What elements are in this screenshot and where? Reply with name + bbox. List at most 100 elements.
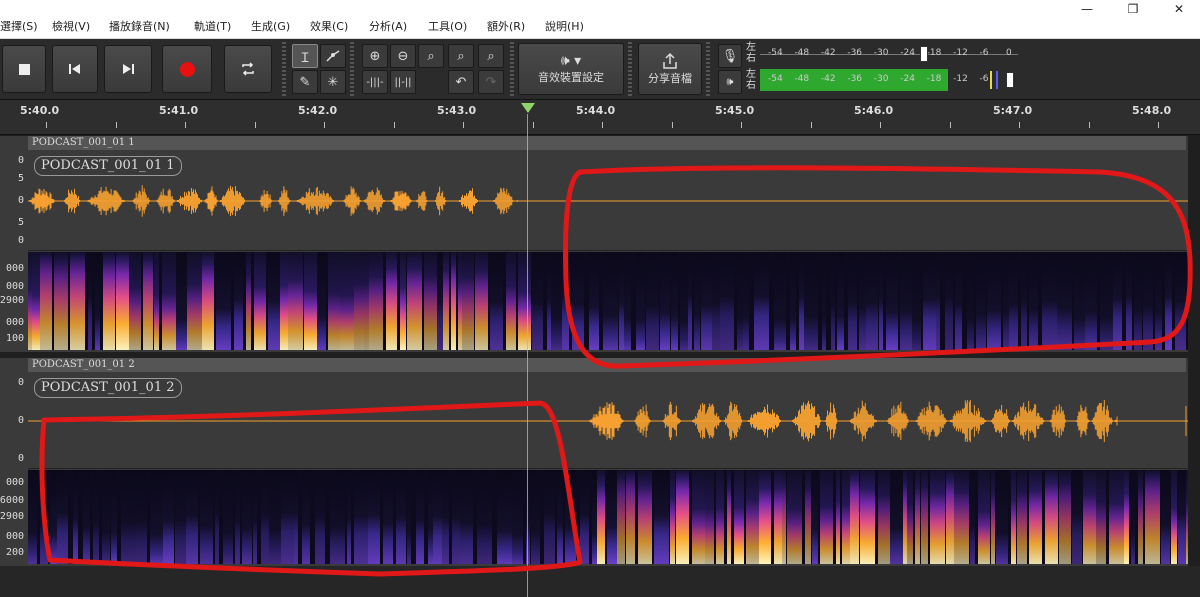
- playhead-icon[interactable]: [520, 102, 536, 114]
- audio-setup-button[interactable]: 🕪 ▾ 音效裝置設定: [518, 43, 624, 95]
- playback-meter-button[interactable]: 🕪: [718, 70, 742, 94]
- spectrogram-column: [1029, 470, 1042, 564]
- record-meter[interactable]: -54 -48 -42 -36 -30 -24 -18 -12 -6 0: [760, 43, 1018, 65]
- toolbar-grip[interactable]: [510, 42, 514, 96]
- redo-button[interactable]: ↷: [478, 70, 504, 94]
- spectrogram-column: [102, 470, 110, 564]
- track-header[interactable]: PODCAST_001_01 1: [28, 136, 1186, 150]
- spectrogram-column: [822, 252, 826, 350]
- multi-tool-button[interactable]: ✳: [320, 70, 346, 94]
- meter-scale: -54 -48 -42 -36 -30 -24 -18 -12 -6 0: [760, 48, 1018, 60]
- envelope-tool-button[interactable]: [320, 44, 346, 68]
- spectrogram-column: [831, 252, 835, 350]
- spectrogram-column: [859, 252, 866, 350]
- playhead-line[interactable]: [527, 114, 528, 597]
- meter-scale-label: -30: [873, 74, 889, 84]
- zoom-in-button[interactable]: ⊕: [362, 44, 388, 68]
- trim-button[interactable]: -|||-: [362, 70, 388, 94]
- spectrogram-column: [254, 252, 266, 350]
- spectrogram-column: [162, 252, 176, 350]
- minimize-icon: —: [1081, 2, 1093, 16]
- timeline-tick: [254, 122, 256, 128]
- fit-selection-button[interactable]: ⌕: [418, 44, 444, 68]
- spectrogram-column: [150, 470, 163, 564]
- toolbar-grip[interactable]: [628, 42, 632, 96]
- skip-to-start-button[interactable]: [52, 45, 98, 93]
- spectrogram-column: [40, 252, 52, 350]
- timeline-ruler[interactable]: 5:40.0 5:41.0 5:42.0 5:43.0 5:44.0 5:45.…: [0, 100, 1200, 135]
- timeline-tick: [671, 122, 673, 128]
- record-volume-slider[interactable]: [920, 46, 928, 62]
- timeline-tick: [741, 122, 742, 128]
- timeline-tick: [46, 122, 47, 128]
- spectrogram-column: [1161, 470, 1170, 564]
- zoom-toggle-button[interactable]: ⌕: [478, 44, 504, 68]
- share-audio-button[interactable]: 分享音檔: [638, 43, 702, 95]
- spectrogram-column: [936, 252, 940, 350]
- toolbar-grip[interactable]: [706, 42, 710, 96]
- restore-button[interactable]: ❐: [1110, 0, 1156, 18]
- stop-button[interactable]: [2, 45, 46, 93]
- draw-tool-button[interactable]: ✎: [292, 70, 318, 94]
- menu-effect[interactable]: 效果(C): [310, 18, 348, 38]
- menu-generate[interactable]: 生成(G): [251, 18, 290, 38]
- waveform-1[interactable]: [28, 150, 1188, 250]
- spectrogram-column: [860, 470, 875, 564]
- timeline-tick: [532, 122, 534, 128]
- audio-track-2[interactable]: PODCAST_001_01 2 PODCAST_001_01 2 0 0 0 …: [0, 358, 1188, 566]
- silence-button[interactable]: ||-||: [390, 70, 416, 94]
- menu-extra[interactable]: 額外(R): [487, 18, 525, 38]
- waveform-2[interactable]: [28, 372, 1188, 468]
- audio-track-1[interactable]: PODCAST_001_01 1 PODCAST_001_01 1 0 5 0 …: [0, 136, 1188, 352]
- spectrogram-column: [531, 470, 540, 564]
- spectrogram-column: [1165, 252, 1172, 350]
- menu-tracks[interactable]: 軌道(T): [194, 18, 231, 38]
- menu-tools[interactable]: 工具(O): [428, 18, 467, 38]
- record-meter-button[interactable]: 🎙: [718, 44, 742, 68]
- spectrogram-column: [280, 252, 288, 350]
- track-header[interactable]: PODCAST_001_01 2: [28, 358, 1186, 372]
- zoom-out-button[interactable]: ⊖: [390, 44, 416, 68]
- menu-analyze[interactable]: 分析(A): [369, 18, 407, 38]
- spectrogram-column: [175, 470, 186, 564]
- toolbar-grip[interactable]: [282, 42, 286, 96]
- playback-meter[interactable]: -54-48-42-36-30-24-18-12-60: [760, 69, 1018, 91]
- i-beam-icon: Ｉ: [298, 50, 312, 66]
- menu-select[interactable]: 選擇(S): [0, 18, 38, 38]
- spectrogram-column: [921, 470, 928, 564]
- scale-label: 000: [5, 263, 24, 274]
- spectrogram-1[interactable]: [28, 252, 1188, 350]
- meter-scale-label: -42: [820, 48, 836, 58]
- selection-tool-button[interactable]: Ｉ: [292, 44, 318, 68]
- meter-scale-label: -6: [979, 74, 989, 84]
- menu-help[interactable]: 說明(H): [545, 18, 584, 38]
- spectrogram-column: [281, 470, 294, 564]
- spectrogram-column: [1155, 252, 1162, 350]
- playback-volume-slider[interactable]: [1006, 72, 1014, 88]
- loop-button[interactable]: [224, 45, 272, 93]
- spectrogram-column: [202, 252, 214, 350]
- menu-view[interactable]: 檢視(V): [52, 18, 90, 38]
- waveform-scale: 0 5 0 5 0: [0, 150, 26, 250]
- timeline-tick: [393, 122, 395, 128]
- undo-button[interactable]: ↶: [448, 70, 474, 94]
- close-button[interactable]: ✕: [1156, 0, 1200, 18]
- skip-to-start-icon: [69, 64, 80, 74]
- fit-project-button[interactable]: ⌕: [448, 44, 474, 68]
- menu-transport[interactable]: 播放錄音(N): [109, 18, 170, 38]
- spectrogram-column: [57, 470, 68, 564]
- spectrogram-column: [70, 252, 85, 350]
- spectrogram-column: [954, 470, 969, 564]
- empty-track-area[interactable]: [0, 566, 1200, 597]
- peak-marker: [996, 71, 998, 89]
- minimize-button[interactable]: —: [1064, 0, 1110, 18]
- skip-to-end-button[interactable]: [104, 45, 152, 93]
- spectrogram-column: [176, 252, 187, 350]
- record-button[interactable]: [162, 45, 212, 93]
- toolbar: Ｉ ✎ ✳ ⊕ ⊖ ⌕ ⌕ ⌕ -|||- ||-|| ↶ ↷ 🕪 ▾ 音效裝置…: [0, 39, 1200, 100]
- timeline-tick: [602, 122, 603, 128]
- toolbar-grip[interactable]: [350, 42, 354, 96]
- spectrogram-column: [837, 252, 844, 350]
- spectrogram-2[interactable]: [28, 470, 1188, 564]
- spectrogram-column: [186, 470, 198, 564]
